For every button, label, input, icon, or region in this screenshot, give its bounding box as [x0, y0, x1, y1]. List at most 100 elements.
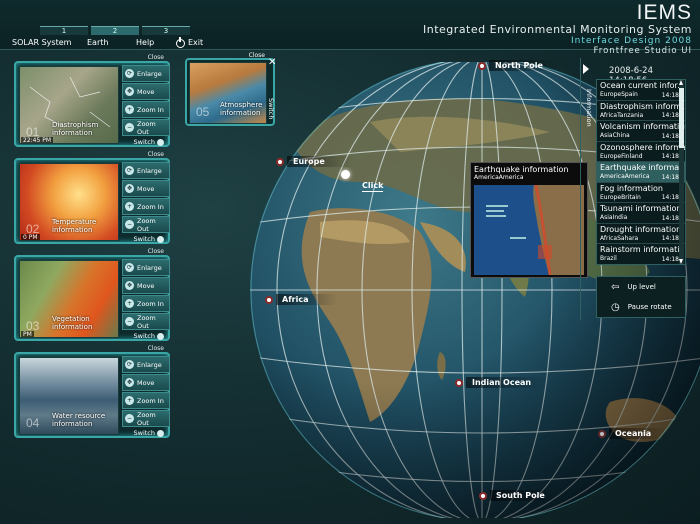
enlarge-icon: ⟳ — [125, 69, 134, 78]
pause-rotate-label: Pause rotate — [627, 303, 672, 311]
thumbnail-label: Vegetation information — [52, 315, 93, 331]
card-close-button[interactable]: Close — [148, 151, 164, 158]
zoom-in-icon: + — [125, 105, 134, 114]
menu-help[interactable]: Help — [136, 37, 176, 49]
list-item[interactable]: Rainstorm information Brazil 14:18 — [597, 244, 685, 264]
zoom-in-button[interactable]: + Zoom In — [122, 198, 170, 215]
information-tab[interactable]: Information — [581, 78, 593, 138]
label-oceania[interactable]: Oceania — [598, 428, 666, 439]
item-title: Diastrophism inform.. — [600, 101, 686, 111]
zoom-out-button[interactable]: − Zoom Out — [122, 119, 170, 136]
info-card-atmosphere: Close 05 Atmosphere information Switch — [185, 52, 275, 126]
info-card-water-resource: Close 04 Water resource information ⟳ Enl… — [14, 345, 170, 438]
enlarge-label: Enlarge — [137, 263, 162, 272]
list-item[interactable]: Ozonosphere informa.. EuropeFinland 14:18 — [597, 142, 685, 162]
click-hint: Click — [362, 181, 384, 192]
up-level-label: Up level — [627, 283, 656, 291]
move-button[interactable]: ✥ Move — [122, 83, 170, 100]
enlarge-button[interactable]: ⟳ Enlarge — [122, 65, 170, 82]
enlarge-button[interactable]: ⟳ Enlarge — [122, 162, 170, 179]
label-text: North Pole — [489, 60, 557, 71]
power-icon — [176, 36, 185, 48]
zoom-in-button[interactable]: + Zoom In — [122, 101, 170, 118]
label-south-pole[interactable]: South Pole — [479, 490, 559, 501]
list-item[interactable]: Volcanism information AsiaChina 14:18 — [597, 121, 685, 142]
card-close-button[interactable]: Close — [249, 52, 265, 59]
exit-label: Exit — [188, 38, 204, 47]
earthquake-popup[interactable]: Earthquake information AmericaAmerica — [470, 162, 588, 278]
label-text: Oceania — [609, 428, 666, 439]
list-scrollbar[interactable] — [679, 80, 684, 264]
list-item-selected[interactable]: Earthquake informat.. AmericaAmerica 14:18 — [597, 162, 685, 183]
thumbnail-time: PM — [21, 331, 34, 338]
label-europe[interactable]: Europe — [276, 156, 353, 167]
zoom-out-button[interactable]: − Zoom Out — [122, 216, 170, 233]
switch-label: Switch — [133, 235, 156, 243]
item-title: Drought information — [600, 224, 682, 234]
zoom-out-icon: − — [125, 220, 134, 229]
list-item[interactable]: Tsunami information AsiaIndia 14:18 — [597, 203, 685, 224]
zoom-out-button[interactable]: − Zoom Out — [122, 313, 170, 330]
enlarge-button[interactable]: ⟳ Enlarge — [122, 259, 170, 276]
switch-button[interactable]: Switch — [133, 235, 164, 243]
marker-icon — [265, 295, 273, 304]
move-button[interactable]: ✥ Move — [122, 180, 170, 197]
list-item[interactable]: Drought information AfricaSahara 14:18 — [597, 224, 685, 244]
zoom-in-button[interactable]: + Zoom In — [122, 295, 170, 312]
up-level-button[interactable]: ⇦ Up level — [597, 277, 685, 297]
card-close-button[interactable]: Close — [148, 248, 164, 255]
list-item[interactable]: Ocean current infor.. EuropeSpain 14:18 — [597, 80, 685, 101]
thumbnail-label: Water resource information — [52, 412, 106, 428]
workspace-tab-3[interactable]: 3 — [142, 26, 190, 35]
list-item[interactable]: Fog information EuropeBritain 14:18 — [597, 183, 685, 203]
top-bar: 1 2 3 SOLAR System Earth Help Exit IEMS … — [0, 0, 700, 56]
click-marker-icon[interactable] — [341, 170, 350, 179]
app-logo: IEMS — [636, 1, 692, 24]
card-close-button[interactable]: Close — [148, 54, 164, 61]
menu-solar-system[interactable]: SOLAR System — [12, 37, 82, 49]
thumbnail-time: 22:45 PM — [21, 137, 53, 144]
pause-rotate-button[interactable]: ◷ Pause rotate — [597, 297, 685, 317]
earthquake-map-graphic — [474, 185, 584, 275]
exit-button[interactable]: Exit — [176, 36, 236, 49]
label-text: Indian Ocean — [466, 377, 546, 388]
switch-button[interactable]: Switch — [267, 98, 275, 120]
popup-map-image — [474, 185, 584, 275]
card-close-button[interactable]: Close — [148, 345, 164, 352]
zoom-in-icon: + — [125, 202, 134, 211]
item-time: 14:18 — [661, 235, 679, 242]
list-item[interactable]: Diastrophism inform.. AfricaTanzania 14:18 — [597, 101, 686, 121]
scroll-down-icon[interactable] — [679, 259, 683, 264]
item-title: Fog information — [600, 183, 664, 193]
thumbnail-atmosphere[interactable]: 05 Atmosphere information — [189, 62, 267, 124]
zoom-out-button[interactable]: − Zoom Out — [122, 410, 170, 427]
scroll-thumb[interactable] — [679, 88, 684, 148]
switch-button[interactable]: Switch — [134, 429, 164, 437]
zoom-in-button[interactable]: + Zoom In — [122, 392, 170, 409]
close-icon[interactable]: ✕ — [268, 57, 276, 68]
switch-button[interactable]: Switch — [134, 332, 164, 340]
thumbnail-vegetation[interactable]: 03 Vegetation information PM — [19, 260, 119, 338]
label-africa[interactable]: Africa — [265, 294, 337, 305]
thumbnail-water-resource[interactable]: 04 Water resource information — [19, 357, 119, 435]
zoom-in-icon: + — [125, 299, 134, 308]
switch-button[interactable]: Switch — [134, 138, 164, 146]
item-time: 14:18 — [661, 153, 679, 160]
scroll-up-icon[interactable] — [679, 80, 683, 85]
move-label: Move — [137, 281, 155, 290]
enlarge-button[interactable]: ⟳ Enlarge — [122, 356, 170, 373]
move-button[interactable]: ✥ Move — [122, 277, 170, 294]
move-button[interactable]: ✥ Move — [122, 374, 170, 391]
item-time: 14:18 — [661, 91, 679, 99]
zoom-in-label: Zoom In — [137, 299, 164, 308]
thumbnail-diastrophism[interactable]: 01 Diastrophism information 22:45 PM — [19, 66, 119, 144]
workspace-tab-1[interactable]: 1 — [40, 26, 88, 35]
label-north-pole[interactable]: North Pole — [478, 60, 557, 71]
thumbnail-temperature[interactable]: 02 Temperature information 0 PM — [19, 163, 119, 241]
right-info-panel: Information 2008-6-24 14:18:56 Ocean cur… — [580, 58, 690, 320]
label-indian-ocean[interactable]: Indian Ocean — [455, 377, 546, 388]
workspace-tab-2[interactable]: 2 — [91, 26, 139, 35]
menu-earth[interactable]: Earth — [87, 37, 127, 49]
marker-icon — [598, 429, 606, 438]
collapse-arrow-icon[interactable] — [583, 64, 589, 74]
